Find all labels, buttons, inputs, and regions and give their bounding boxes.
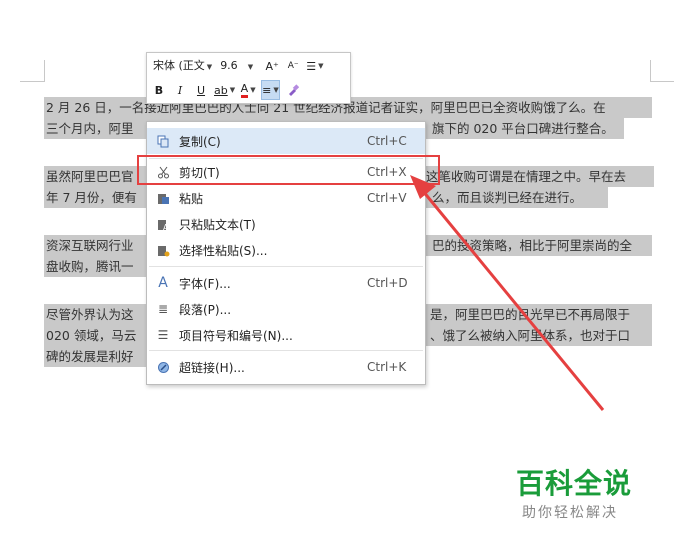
watermark-subtitle: 助你轻松解决: [522, 505, 618, 521]
watermark-title: 百科全说: [516, 467, 633, 500]
document-page: 2 月 26 日，一名接近阿里巴巴的人士向 21 世纪经济报道记者证实，阿里巴巴…: [0, 0, 691, 556]
